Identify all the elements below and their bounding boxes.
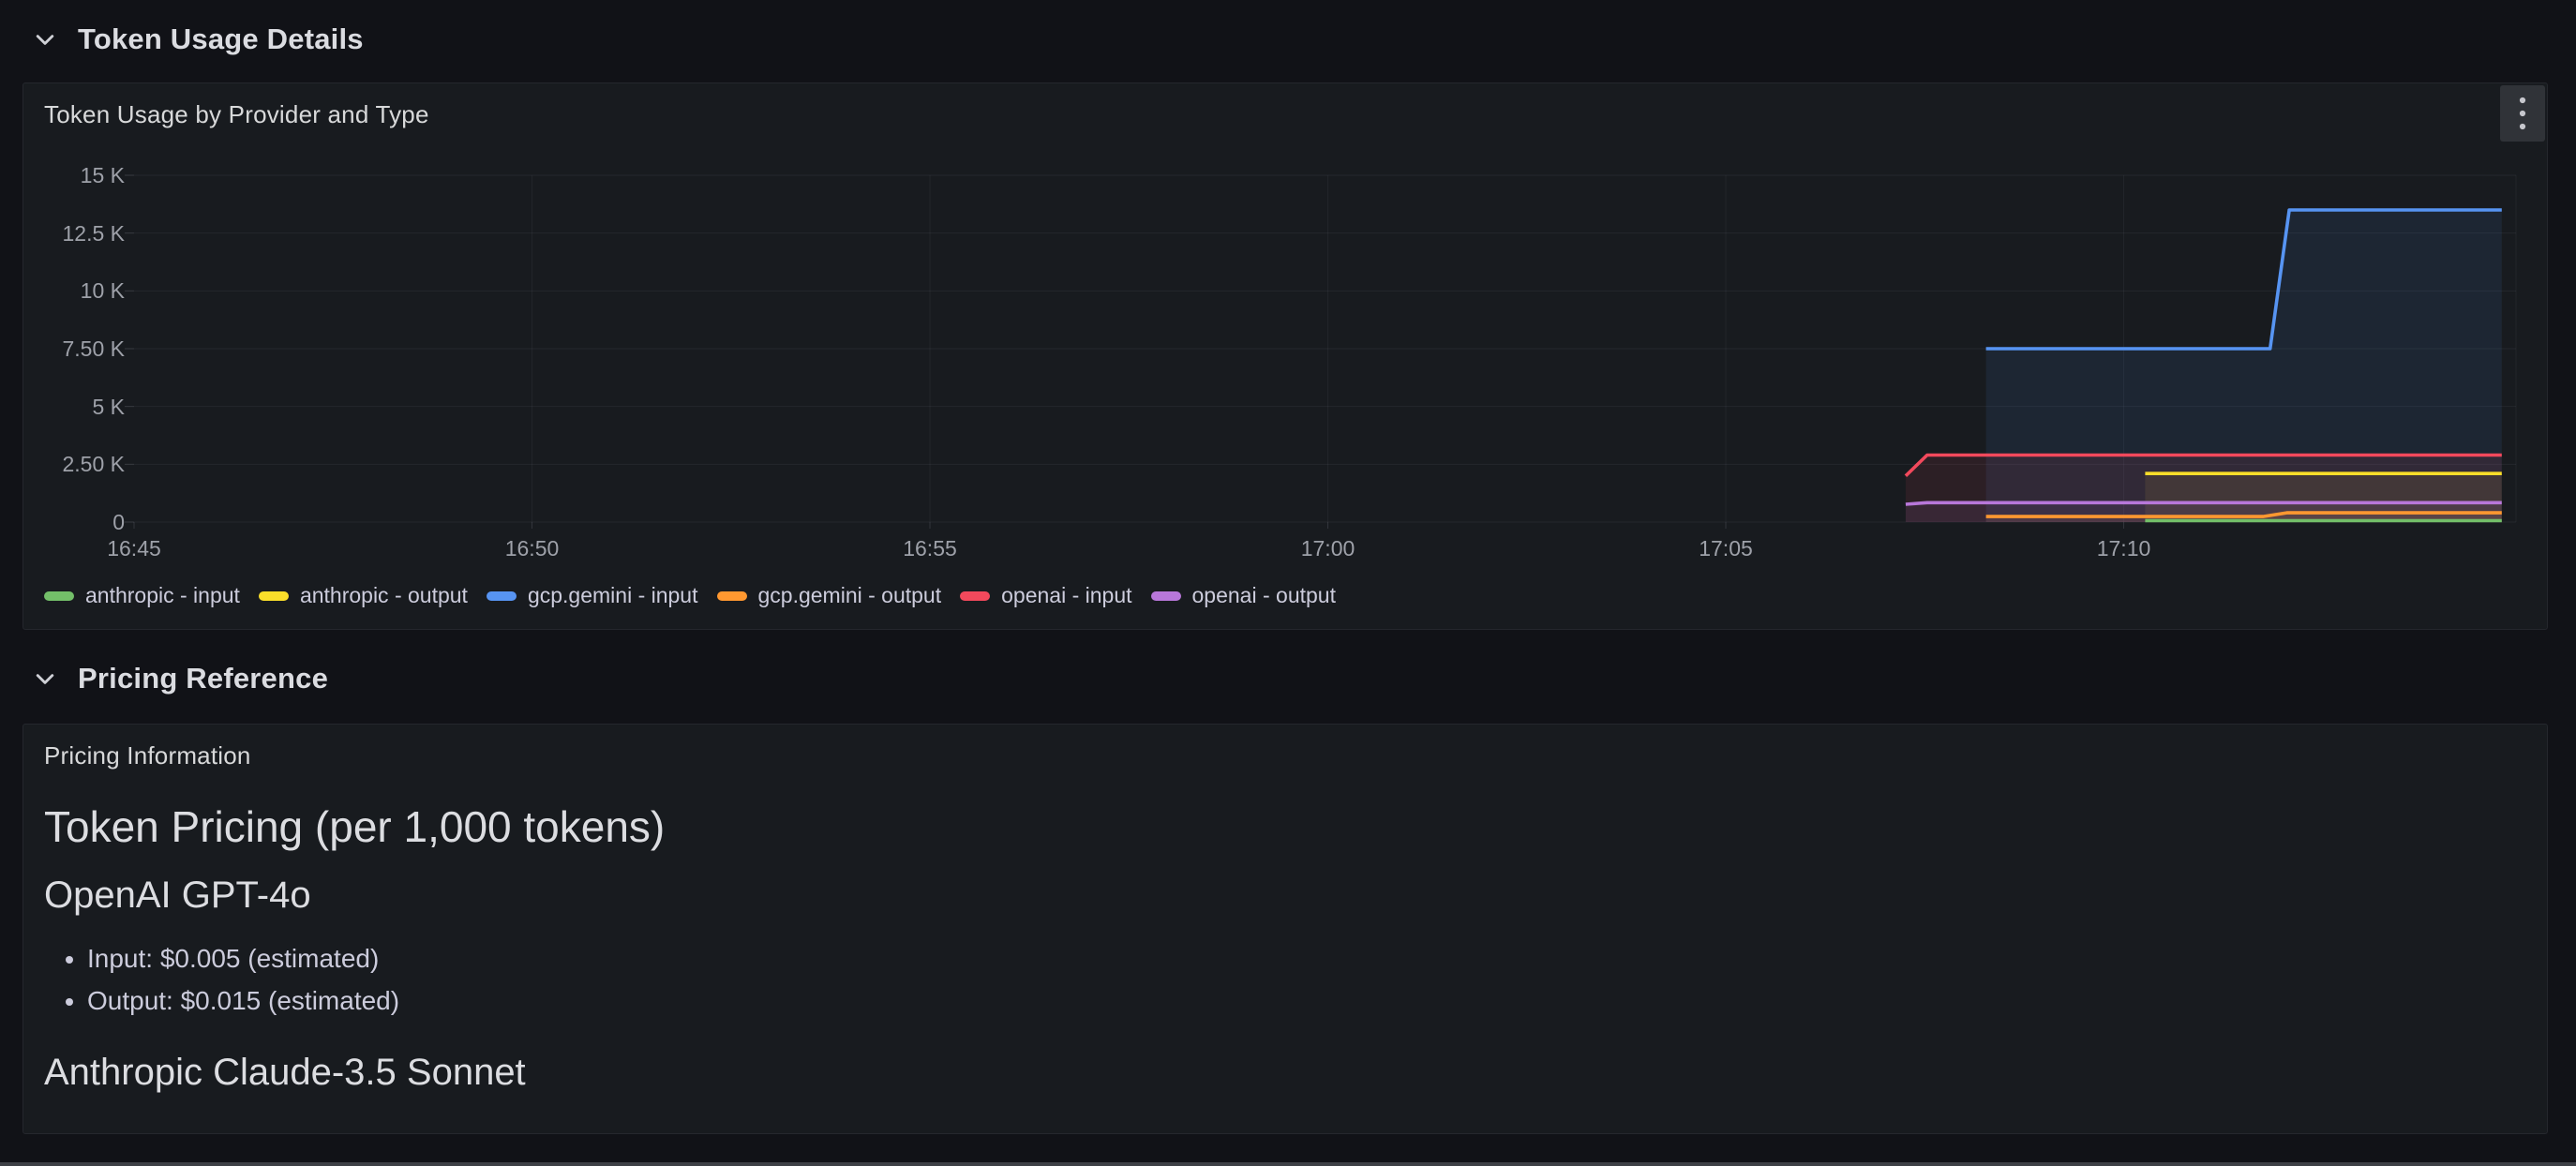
panel-title: Token Usage by Provider and Type xyxy=(44,100,429,129)
model-name-anthropic: Anthropic Claude-3.5 Sonnet xyxy=(44,1051,2526,1094)
x-axis-label: 16:55 xyxy=(903,536,957,561)
token-usage-panel: Token Usage by Provider and Type 15 K 12.… xyxy=(22,82,2548,630)
legend-item-label: anthropic - output xyxy=(300,583,468,608)
y-axis-label: 7.50 K xyxy=(31,336,125,361)
x-axis-label: 17:05 xyxy=(1699,536,1753,561)
x-axis-label: 17:10 xyxy=(2097,536,2151,561)
legend-item-label: anthropic - input xyxy=(85,583,240,608)
legend-item-openai-input[interactable]: openai - input xyxy=(960,583,1131,608)
legend-item-label: gcp.gemini - input xyxy=(528,583,698,608)
legend-color-marker xyxy=(960,591,990,601)
legend-item-anthropic-output[interactable]: anthropic - output xyxy=(259,583,468,608)
y-axis-label: 10 K xyxy=(31,278,125,303)
pricing-panel: Pricing Information Token Pricing (per 1… xyxy=(22,724,2548,1134)
kebab-menu-icon xyxy=(2519,95,2526,132)
y-axis-label: 5 K xyxy=(31,395,125,419)
y-axis-label: 15 K xyxy=(31,163,125,187)
time-series-plot[interactable] xyxy=(134,175,2516,522)
chevron-down-icon xyxy=(36,34,54,46)
y-axis-label: 2.50 K xyxy=(31,452,125,476)
model-name-openai: OpenAI GPT-4o xyxy=(44,874,2526,917)
y-axis-label: 12.5 K xyxy=(31,221,125,246)
x-axis-label: 16:50 xyxy=(505,536,560,561)
legend-item-label: openai - input xyxy=(1001,583,1131,608)
chart-plot-area xyxy=(134,175,2516,522)
pricing-heading: Token Pricing (per 1,000 tokens) xyxy=(44,802,2526,851)
section-row-token-usage-details[interactable]: Token Usage Details xyxy=(36,22,364,56)
legend-item-gcp-gemini-input[interactable]: gcp.gemini - input xyxy=(487,583,698,608)
legend-item-gcp-gemini-output[interactable]: gcp.gemini - output xyxy=(717,583,942,608)
x-axis-label: 16:45 xyxy=(107,536,161,561)
legend-color-marker xyxy=(259,591,289,601)
legend-item-label: openai - output xyxy=(1192,583,1336,608)
pricing-body: Token Pricing (per 1,000 tokens) OpenAI … xyxy=(44,725,2526,1094)
price-list-item: Input: $0.005 (estimated) xyxy=(87,937,2526,979)
section-title: Pricing Reference xyxy=(78,662,328,695)
legend-color-marker xyxy=(487,591,517,601)
legend-item-label: gcp.gemini - output xyxy=(758,583,942,608)
legend-item-openai-output[interactable]: openai - output xyxy=(1151,583,1336,608)
grafana-dashboard: { "page": { "background": "#111217", "pa… xyxy=(0,0,2576,1166)
x-axis-label: 17:00 xyxy=(1301,536,1355,561)
panel-menu-button[interactable] xyxy=(2500,85,2545,142)
chevron-down-icon xyxy=(36,673,54,685)
horizontal-scrollbar[interactable] xyxy=(0,1162,2576,1166)
legend-item-anthropic-input[interactable]: anthropic - input xyxy=(44,583,240,608)
price-list: Input: $0.005 (estimated) Output: $0.015… xyxy=(44,937,2526,1022)
legend-color-marker xyxy=(44,591,74,601)
price-list-item: Output: $0.015 (estimated) xyxy=(87,979,2526,1022)
legend-color-marker xyxy=(1151,591,1181,601)
section-title: Token Usage Details xyxy=(78,22,364,56)
legend-color-marker xyxy=(717,591,747,601)
chart-legend: anthropic - input anthropic - output gcp.g… xyxy=(44,583,1336,608)
y-axis-label: 0 xyxy=(31,510,125,534)
section-row-pricing-reference[interactable]: Pricing Reference xyxy=(36,662,328,695)
